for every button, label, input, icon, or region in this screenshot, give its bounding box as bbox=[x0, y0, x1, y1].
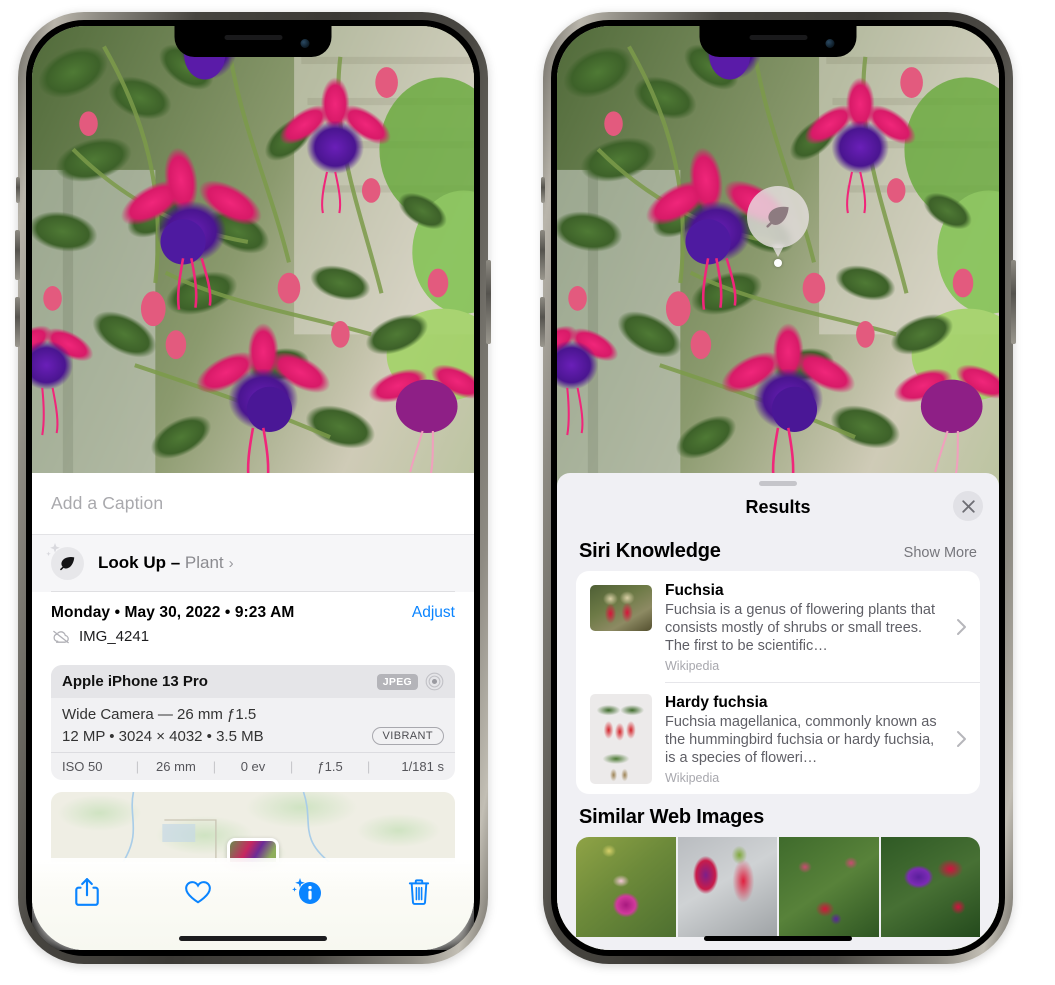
result-source: Wikipedia bbox=[665, 659, 720, 673]
result-description: Fuchsia is a genus of flowering plants t… bbox=[665, 602, 936, 654]
camera-device-name: Apple iPhone 13 Pro bbox=[62, 673, 208, 690]
adjust-button[interactable]: Adjust bbox=[412, 604, 455, 622]
result-thumbnail bbox=[590, 585, 652, 631]
front-camera-icon bbox=[825, 39, 835, 48]
siri-knowledge-header: Siri Knowledge Show More bbox=[557, 528, 999, 571]
result-title: Hardy fuchsia bbox=[665, 694, 768, 711]
exif-focal: 26 mm bbox=[156, 759, 196, 774]
similar-web-images-header: Similar Web Images bbox=[557, 794, 999, 837]
photo-info-sheet: Add a Caption Look Up – Plant › Monday •… bbox=[32, 473, 474, 950]
leaf-bubble-circle bbox=[747, 186, 809, 248]
look-up-subject: Plant bbox=[184, 553, 224, 572]
list-item[interactable]: Hardy fuchsia Fuchsia magellanica, commo… bbox=[576, 683, 980, 794]
volume-down-button[interactable] bbox=[540, 297, 545, 347]
mute-switch[interactable] bbox=[541, 177, 545, 203]
result-thumbnail bbox=[590, 694, 652, 784]
cloud-slash-icon bbox=[53, 630, 69, 643]
image-specs: 12 MP • 3024 × 4032 • 3.5 MB bbox=[62, 727, 264, 745]
volume-up-button[interactable] bbox=[540, 230, 545, 280]
results-sheet: Results Siri Knowledge Show More Fuchsia… bbox=[557, 473, 999, 950]
volume-up-button[interactable] bbox=[15, 230, 20, 280]
camera-card-header: Apple iPhone 13 Pro JPEG bbox=[51, 665, 455, 698]
raw-target-icon bbox=[425, 672, 444, 691]
exif-iso: ISO 50 bbox=[62, 759, 103, 774]
web-image-3[interactable] bbox=[779, 837, 879, 937]
exif-row: ISO 50 | 26 mm | 0 ev | ƒ1.5 | 1/181 s bbox=[51, 752, 455, 780]
notch bbox=[174, 26, 332, 57]
earpiece-speaker bbox=[224, 35, 282, 40]
favorite-button[interactable] bbox=[176, 870, 220, 914]
share-icon bbox=[75, 878, 100, 906]
screen-left: Add a Caption Look Up – Plant › Monday •… bbox=[32, 26, 474, 950]
close-button[interactable] bbox=[953, 491, 983, 521]
photo-date: Monday • May 30, 2022 • 9:23 AM bbox=[51, 604, 295, 621]
notch bbox=[699, 26, 857, 57]
chevron-right-icon bbox=[957, 730, 966, 747]
similar-web-images-row[interactable] bbox=[576, 837, 980, 937]
list-item[interactable]: Fuchsia Fuchsia is a genus of flowering … bbox=[576, 571, 980, 682]
photo-filename: IMG_4241 bbox=[79, 628, 150, 645]
section-title: Similar Web Images bbox=[579, 806, 764, 828]
home-indicator[interactable] bbox=[179, 936, 327, 941]
leaf-icon bbox=[766, 206, 789, 228]
siri-knowledge-card: Fuchsia Fuchsia is a genus of flowering … bbox=[576, 571, 980, 794]
web-image-1[interactable] bbox=[576, 837, 676, 937]
camera-card-body: Wide Camera — 26 mm ƒ1.5 12 MP • 3024 × … bbox=[51, 698, 455, 752]
heart-icon bbox=[184, 881, 211, 904]
sparkles-icon bbox=[46, 542, 60, 556]
phone-bezel-right: Results Siri Knowledge Show More Fuchsia… bbox=[551, 20, 1005, 956]
result-source: Wikipedia bbox=[665, 771, 720, 785]
format-badge: JPEG bbox=[376, 673, 418, 690]
look-up-text: Look Up – bbox=[98, 553, 181, 572]
chevron-right-icon: › bbox=[228, 555, 234, 572]
trash-icon bbox=[408, 879, 429, 905]
exif-aperture: ƒ1.5 bbox=[317, 759, 343, 774]
result-title: Fuchsia bbox=[665, 582, 724, 599]
close-icon bbox=[961, 499, 975, 513]
power-button[interactable] bbox=[486, 260, 491, 344]
delete-button[interactable] bbox=[397, 870, 441, 914]
share-button[interactable] bbox=[65, 870, 109, 914]
result-description: Fuchsia magellanica, commonly known as t… bbox=[665, 714, 937, 766]
camera-info-card[interactable]: Apple iPhone 13 Pro JPEG Wide Camera — 2… bbox=[51, 665, 455, 780]
results-header: Results bbox=[557, 486, 999, 528]
visual-lookup-badge[interactable] bbox=[747, 186, 809, 267]
exif-shutter: 1/181 s bbox=[401, 759, 444, 774]
screen-right: Results Siri Knowledge Show More Fuchsia… bbox=[557, 26, 999, 950]
look-up-row[interactable]: Look Up – Plant › bbox=[46, 535, 455, 591]
photo-metadata: Monday • May 30, 2022 • 9:23 AM Adjust I… bbox=[32, 592, 474, 655]
caption-row[interactable]: Add a Caption bbox=[32, 473, 474, 535]
phone-left: Add a Caption Look Up – Plant › Monday •… bbox=[15, 12, 491, 964]
phone-right: Results Siri Knowledge Show More Fuchsia… bbox=[540, 12, 1016, 964]
caption-input[interactable]: Add a Caption bbox=[51, 493, 163, 514]
results-title: Results bbox=[745, 496, 811, 517]
earpiece-speaker bbox=[749, 35, 807, 40]
power-button[interactable] bbox=[1011, 260, 1016, 344]
exif-exposure: 0 ev bbox=[240, 759, 266, 774]
location-map[interactable] bbox=[51, 792, 455, 862]
photographic-style-pill: VIBRANT bbox=[371, 727, 444, 745]
info-button[interactable] bbox=[286, 870, 330, 914]
leaf-icon bbox=[46, 542, 84, 580]
mute-switch[interactable] bbox=[16, 177, 20, 203]
lens-info: Wide Camera — 26 mm ƒ1.5 bbox=[62, 706, 257, 723]
look-up-label: Look Up – Plant › bbox=[98, 553, 234, 573]
web-image-2[interactable] bbox=[677, 837, 777, 937]
section-title: Siri Knowledge bbox=[579, 540, 721, 562]
info-sparkle-icon bbox=[292, 878, 322, 904]
volume-down-button[interactable] bbox=[15, 297, 20, 347]
home-indicator[interactable] bbox=[704, 936, 852, 941]
web-image-4[interactable] bbox=[880, 837, 980, 937]
front-camera-icon bbox=[300, 39, 310, 48]
lookup-block: Look Up – Plant › bbox=[32, 535, 474, 592]
show-more-button[interactable]: Show More bbox=[904, 545, 977, 561]
phone-bezel-left: Add a Caption Look Up – Plant › Monday •… bbox=[26, 20, 480, 956]
chevron-right-icon bbox=[957, 618, 966, 635]
bubble-anchor-dot bbox=[774, 259, 782, 267]
